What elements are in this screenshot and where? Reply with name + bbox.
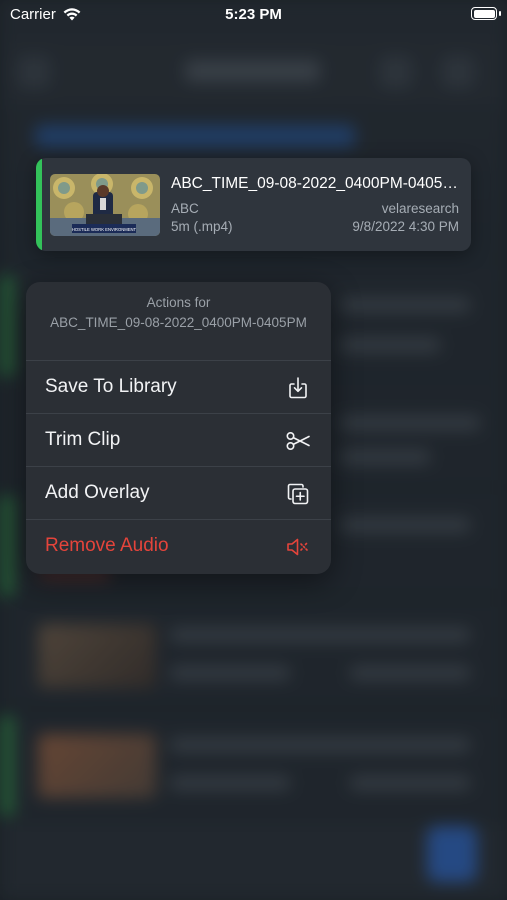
menu-item-label: Trim Clip xyxy=(45,429,121,450)
clip-actions-menu: Actions for ABC_TIME_09-08-2022_0400PM-0… xyxy=(26,282,331,574)
battery-tip xyxy=(499,11,501,16)
clip-thumbnail: HOSTILE WORK ENVIRONMENT xyxy=(50,174,160,236)
menu-header-label: Actions for xyxy=(146,295,211,310)
remove-audio-button[interactable]: Remove Audio xyxy=(26,519,331,574)
save-to-library-button[interactable]: Save To Library xyxy=(26,360,331,413)
clip-source: ABC xyxy=(171,201,199,216)
clip-status-accent xyxy=(36,158,42,251)
clip-date: 9/8/2022 4:30 PM xyxy=(352,219,459,234)
clip-duration: 5m (.mp4) xyxy=(171,219,233,234)
menu-header: Actions for ABC_TIME_09-08-2022_0400PM-0… xyxy=(26,282,331,360)
menu-item-label: Save To Library xyxy=(45,376,177,397)
clip-title: ABC_TIME_09-08-2022_0400PM-0405PM xyxy=(171,175,463,192)
menu-header-title: ABC_TIME_09-08-2022_0400PM-0405PM xyxy=(50,315,307,330)
thumbnail-banner-text: HOSTILE WORK ENVIRONMENT xyxy=(72,227,137,232)
scissors-icon xyxy=(285,428,311,454)
trim-clip-button[interactable]: Trim Clip xyxy=(26,413,331,466)
clip-author: velaresearch xyxy=(381,201,459,216)
menu-item-label: Add Overlay xyxy=(45,482,150,503)
save-download-icon xyxy=(285,375,311,401)
add-overlay-button[interactable]: Add Overlay xyxy=(26,466,331,519)
add-overlay-icon xyxy=(285,481,311,507)
screen: Carrier 5:23 PM HOSTILE WORK ENVIRONMENT… xyxy=(0,0,507,900)
status-bar: Carrier 5:23 PM xyxy=(0,0,507,30)
clip-preview-card[interactable]: HOSTILE WORK ENVIRONMENT ABC_TIME_09-08-… xyxy=(36,158,471,251)
menu-item-label: Remove Audio xyxy=(45,535,169,556)
battery-icon xyxy=(471,7,497,20)
speaker-mute-icon xyxy=(285,534,311,560)
status-time: 5:23 PM xyxy=(225,6,282,23)
